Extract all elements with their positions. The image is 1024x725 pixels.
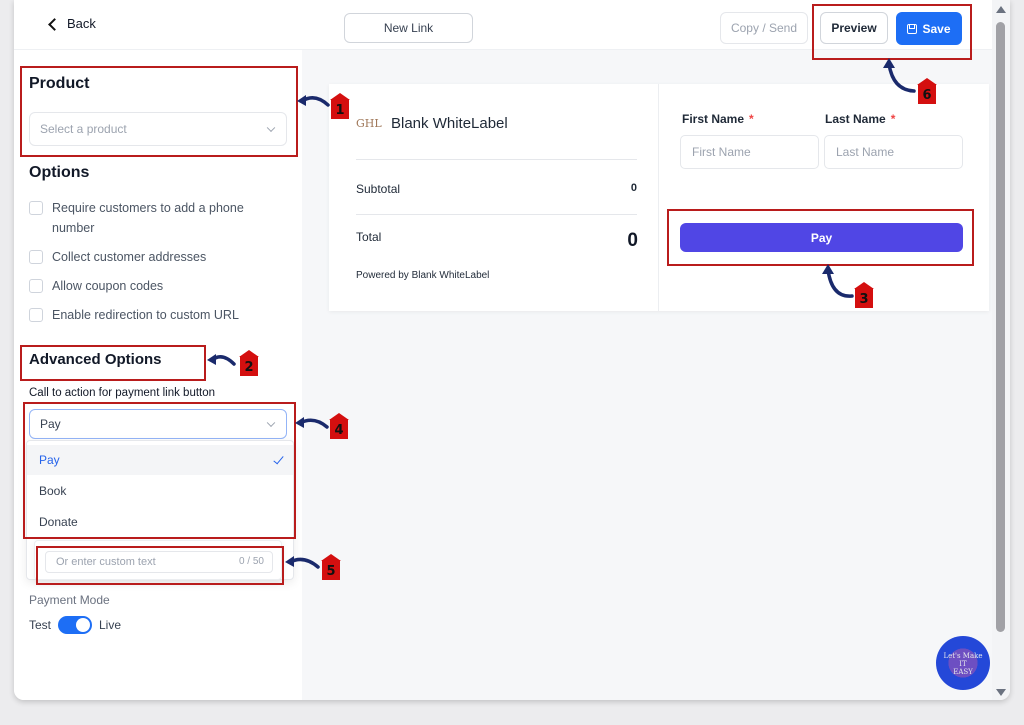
subtotal-value: 0 [630, 182, 637, 194]
last-name-label: Last Name * [825, 112, 896, 126]
settings-sidebar: Product Select a product Options Require… [14, 50, 302, 700]
chevron-left-icon [48, 17, 61, 31]
app-window: Back New Link Copy / Send Preview Save P… [14, 0, 1010, 700]
back-label: Back [67, 16, 96, 31]
brand-name: Blank WhiteLabel [391, 115, 508, 132]
options-heading: Options [29, 164, 90, 181]
annotation-badge-3: 3 [854, 282, 874, 308]
save-label: Save [922, 21, 951, 36]
pay-button[interactable]: Pay [680, 223, 963, 252]
card-divider [658, 84, 659, 311]
checkbox[interactable] [29, 279, 43, 293]
custom-text-panel: Or enter custom text 0 / 50 [34, 540, 282, 580]
option-custom-redirect[interactable]: Enable redirection to custom URL [29, 305, 239, 325]
product-select[interactable]: Select a product [29, 112, 287, 146]
payment-mode-label: Payment Mode [29, 593, 110, 607]
option-label: Require customers to add a phone number [52, 201, 244, 235]
option-coupon-codes[interactable]: Allow coupon codes [29, 276, 163, 296]
annotation-badge-1: 1 [330, 93, 350, 119]
checkout-preview-card: GHL Blank WhiteLabel Subtotal 0 Total 0 … [329, 84, 989, 311]
scrollbar[interactable] [992, 0, 1010, 700]
option-label: Collect customer addresses [52, 250, 207, 264]
custom-text-placeholder: Or enter custom text [56, 556, 156, 568]
save-button[interactable]: Save [896, 12, 962, 45]
tab-new-link[interactable]: New Link [344, 13, 473, 43]
first-name-label: First Name * [682, 112, 754, 126]
mode-live-label: Live [99, 618, 122, 632]
character-counter: 0 / 50 [238, 556, 264, 567]
product-heading: Product [29, 75, 90, 92]
chevron-down-icon [266, 418, 276, 428]
divider [356, 159, 637, 160]
divider [356, 214, 637, 215]
top-toolbar: Back New Link Copy / Send Preview Save [14, 0, 992, 50]
option-require-phone[interactable]: Require customers to add a phone number [29, 198, 244, 238]
total-value: 0 [627, 230, 638, 251]
scrollbar-thumb[interactable] [996, 22, 1005, 632]
subtotal-label: Subtotal [356, 182, 401, 196]
powered-by: Powered by Blank WhiteLabel [356, 270, 490, 281]
dropdown-option-book[interactable]: Book [27, 476, 293, 506]
scroll-down-arrow-icon[interactable] [996, 689, 1006, 696]
option-collect-addresses[interactable]: Collect customer addresses [29, 247, 206, 267]
option-text: Pay [39, 453, 60, 467]
heart-icon: Let's Make IT EASY [943, 646, 983, 680]
annotation-badge-5: 5 [321, 554, 341, 580]
checkbox[interactable] [29, 308, 43, 322]
annotation-badge-4: 4 [329, 413, 349, 439]
annotation-badge-6: 6 [917, 78, 937, 104]
cta-selected-value: Pay [40, 417, 61, 431]
option-text: Donate [39, 515, 78, 529]
checkbox[interactable] [29, 250, 43, 264]
copy-send-button[interactable]: Copy / Send [720, 12, 808, 44]
preview-button[interactable]: Preview [820, 12, 888, 44]
advanced-options-heading: Advanced Options [29, 351, 162, 368]
option-label: Allow coupon codes [52, 279, 164, 293]
cta-select[interactable]: Pay [29, 409, 287, 439]
custom-text-input[interactable]: Or enter custom text 0 / 50 [45, 551, 273, 573]
last-name-field[interactable]: Last Name [824, 135, 963, 169]
back-button[interactable]: Back [48, 16, 96, 31]
product-select-placeholder: Select a product [40, 122, 127, 136]
scroll-up-arrow-icon[interactable] [996, 6, 1006, 13]
brand-logo: GHL [356, 117, 382, 130]
option-text: Book [39, 484, 67, 498]
dropdown-option-donate[interactable]: Donate [27, 507, 293, 537]
dropdown-option-pay[interactable]: Pay [27, 445, 293, 475]
watermark-logo: Let's Make IT EASY [936, 636, 990, 690]
annotation-badge-2: 2 [239, 350, 259, 376]
chevron-down-icon [266, 123, 276, 133]
checkmark-icon [273, 453, 284, 465]
first-name-field[interactable]: First Name [680, 135, 819, 169]
preview-area: GHL Blank WhiteLabel Subtotal 0 Total 0 … [302, 50, 992, 700]
floppy-disk-icon [907, 23, 918, 34]
cta-label: Call to action for payment link button [29, 387, 216, 399]
option-label: Enable redirection to custom URL [52, 308, 239, 322]
checkbox[interactable] [29, 201, 43, 215]
payment-mode-toggle[interactable] [58, 616, 92, 634]
mode-test-label: Test [29, 618, 52, 632]
total-label: Total [356, 230, 382, 244]
